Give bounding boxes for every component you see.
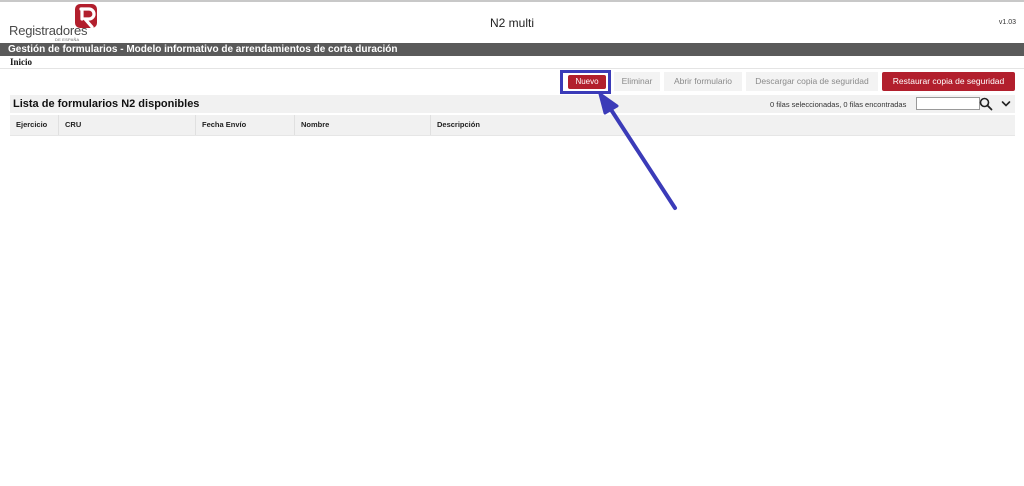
breadcrumb-home[interactable]: Inicio — [10, 57, 32, 67]
version-label: v1.03 — [998, 19, 1016, 26]
column-nombre[interactable]: Nombre — [295, 115, 431, 135]
column-fecha-envio[interactable]: Fecha Envío — [196, 115, 295, 135]
column-cru[interactable]: CRU — [59, 115, 196, 135]
list-header: Lista de formularios N2 disponibles 0 fi… — [10, 95, 1015, 113]
app-title: N2 multi — [489, 16, 534, 30]
download-backup-button[interactable]: Descargar copia de seguridad — [746, 72, 878, 91]
rows-status: 0 filas seleccionadas, 0 filas encontrad… — [770, 100, 907, 109]
column-descripcion[interactable]: Descripción — [431, 115, 1015, 135]
list-title: Lista de formularios N2 disponibles — [13, 98, 200, 110]
column-ejercicio[interactable]: Ejercicio — [10, 115, 59, 135]
logo-subtext: DE ESPAÑA — [55, 37, 80, 42]
table-body-divider — [10, 135, 1015, 136]
delete-button[interactable]: Eliminar — [614, 72, 660, 91]
restore-backup-button[interactable]: Restaurar copia de seguridad — [882, 72, 1015, 91]
divider — [0, 68, 1024, 69]
page-title: Gestión de formularios - Modelo informat… — [8, 44, 398, 55]
open-form-button[interactable]: Abrir formulario — [664, 72, 742, 91]
new-button[interactable]: Nuevo — [568, 75, 606, 89]
page-title-bar: Gestión de formularios - Modelo informat… — [0, 43, 1024, 56]
search-input[interactable] — [916, 97, 980, 110]
table-header: Ejercicio CRU Fecha Envío Nombre Descrip… — [10, 115, 1015, 135]
search-icon[interactable] — [979, 97, 993, 111]
chevron-down-icon[interactable] — [1000, 98, 1012, 110]
app-header: Registradores DE ESPAÑA N2 multi v1.03 — [0, 2, 1024, 43]
